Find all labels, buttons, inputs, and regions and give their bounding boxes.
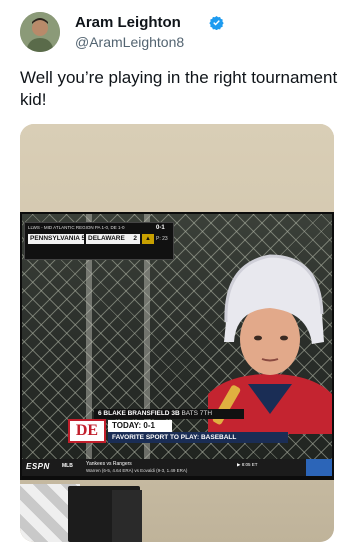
ticker-time: ▶ 8:05 ET bbox=[237, 462, 258, 467]
tweet-header: Aram Leighton @AramLeighton8 bbox=[20, 12, 340, 54]
player-fact: FAVORITE SPORT TO PLAY: BASEBALL bbox=[108, 432, 288, 443]
batting-order: BATS 7TH bbox=[181, 410, 213, 417]
bottom-ticker: ESPN MLB Yankees vs Rangers Warren (6-5,… bbox=[22, 459, 332, 476]
scorebug-team2-name: DELAWARE bbox=[88, 235, 125, 242]
handle[interactable]: @AramLeighton8 bbox=[75, 34, 184, 50]
scorebug-pitch-count: P: 23 bbox=[156, 236, 168, 242]
tv-screen: LLWS - MID ATLANTIC REGION PA 1-0, DE 1-… bbox=[22, 214, 332, 476]
avatar[interactable] bbox=[20, 12, 60, 52]
player-figure bbox=[208, 254, 332, 434]
ticker-network-badge-icon bbox=[306, 459, 332, 476]
television: LLWS - MID ATLANTIC REGION PA 1-0, DE 1-… bbox=[20, 212, 334, 480]
scorebug-team2-score: 2 bbox=[133, 235, 137, 242]
scorebug: LLWS - MID ATLANTIC REGION PA 1-0, DE 1-… bbox=[24, 222, 174, 260]
tweet-text: Well you’re playing in the right tournam… bbox=[20, 68, 338, 109]
scorebug-region: LLWS - MID ATLANTIC REGION PA 1-0, DE 1-… bbox=[28, 225, 125, 230]
scorebug-inning-indicator: ▲ bbox=[142, 234, 154, 244]
scorebug-team2: DELAWARE 2 bbox=[86, 234, 140, 244]
verified-badge-icon bbox=[209, 15, 224, 30]
today-stat: TODAY: 0-1 bbox=[108, 420, 172, 432]
lower-third: 6 BLAKE BRANSFIELD 3B BATS 7TH DE TODAY:… bbox=[22, 409, 332, 459]
scorebug-team1: PENNSYLVANIA 5 bbox=[28, 234, 86, 244]
tweet-photo[interactable]: LLWS - MID ATLANTIC REGION PA 1-0, DE 1-… bbox=[20, 124, 334, 542]
player-name-strip: 6 BLAKE BRANSFIELD 3B BATS 7TH bbox=[94, 409, 244, 419]
player-name: 6 BLAKE BRANSFIELD bbox=[98, 410, 170, 417]
display-name[interactable]: Aram Leighton bbox=[75, 14, 181, 31]
ticker-league: MLB bbox=[62, 463, 73, 469]
scorebug-count: 0-1 bbox=[156, 225, 165, 231]
player-position: 3B bbox=[171, 410, 180, 417]
network-logo: ESPN bbox=[26, 462, 50, 471]
tv-stand-box bbox=[112, 490, 142, 542]
ticker-pitchers: Warren (6-5, 4.64 ERA) vs Eovaldi (9-3, … bbox=[86, 468, 188, 473]
team-logo: DE bbox=[68, 419, 106, 443]
avatar-photo-icon bbox=[20, 12, 60, 52]
ticker-matchup: Yankees vs Rangers bbox=[86, 461, 132, 467]
